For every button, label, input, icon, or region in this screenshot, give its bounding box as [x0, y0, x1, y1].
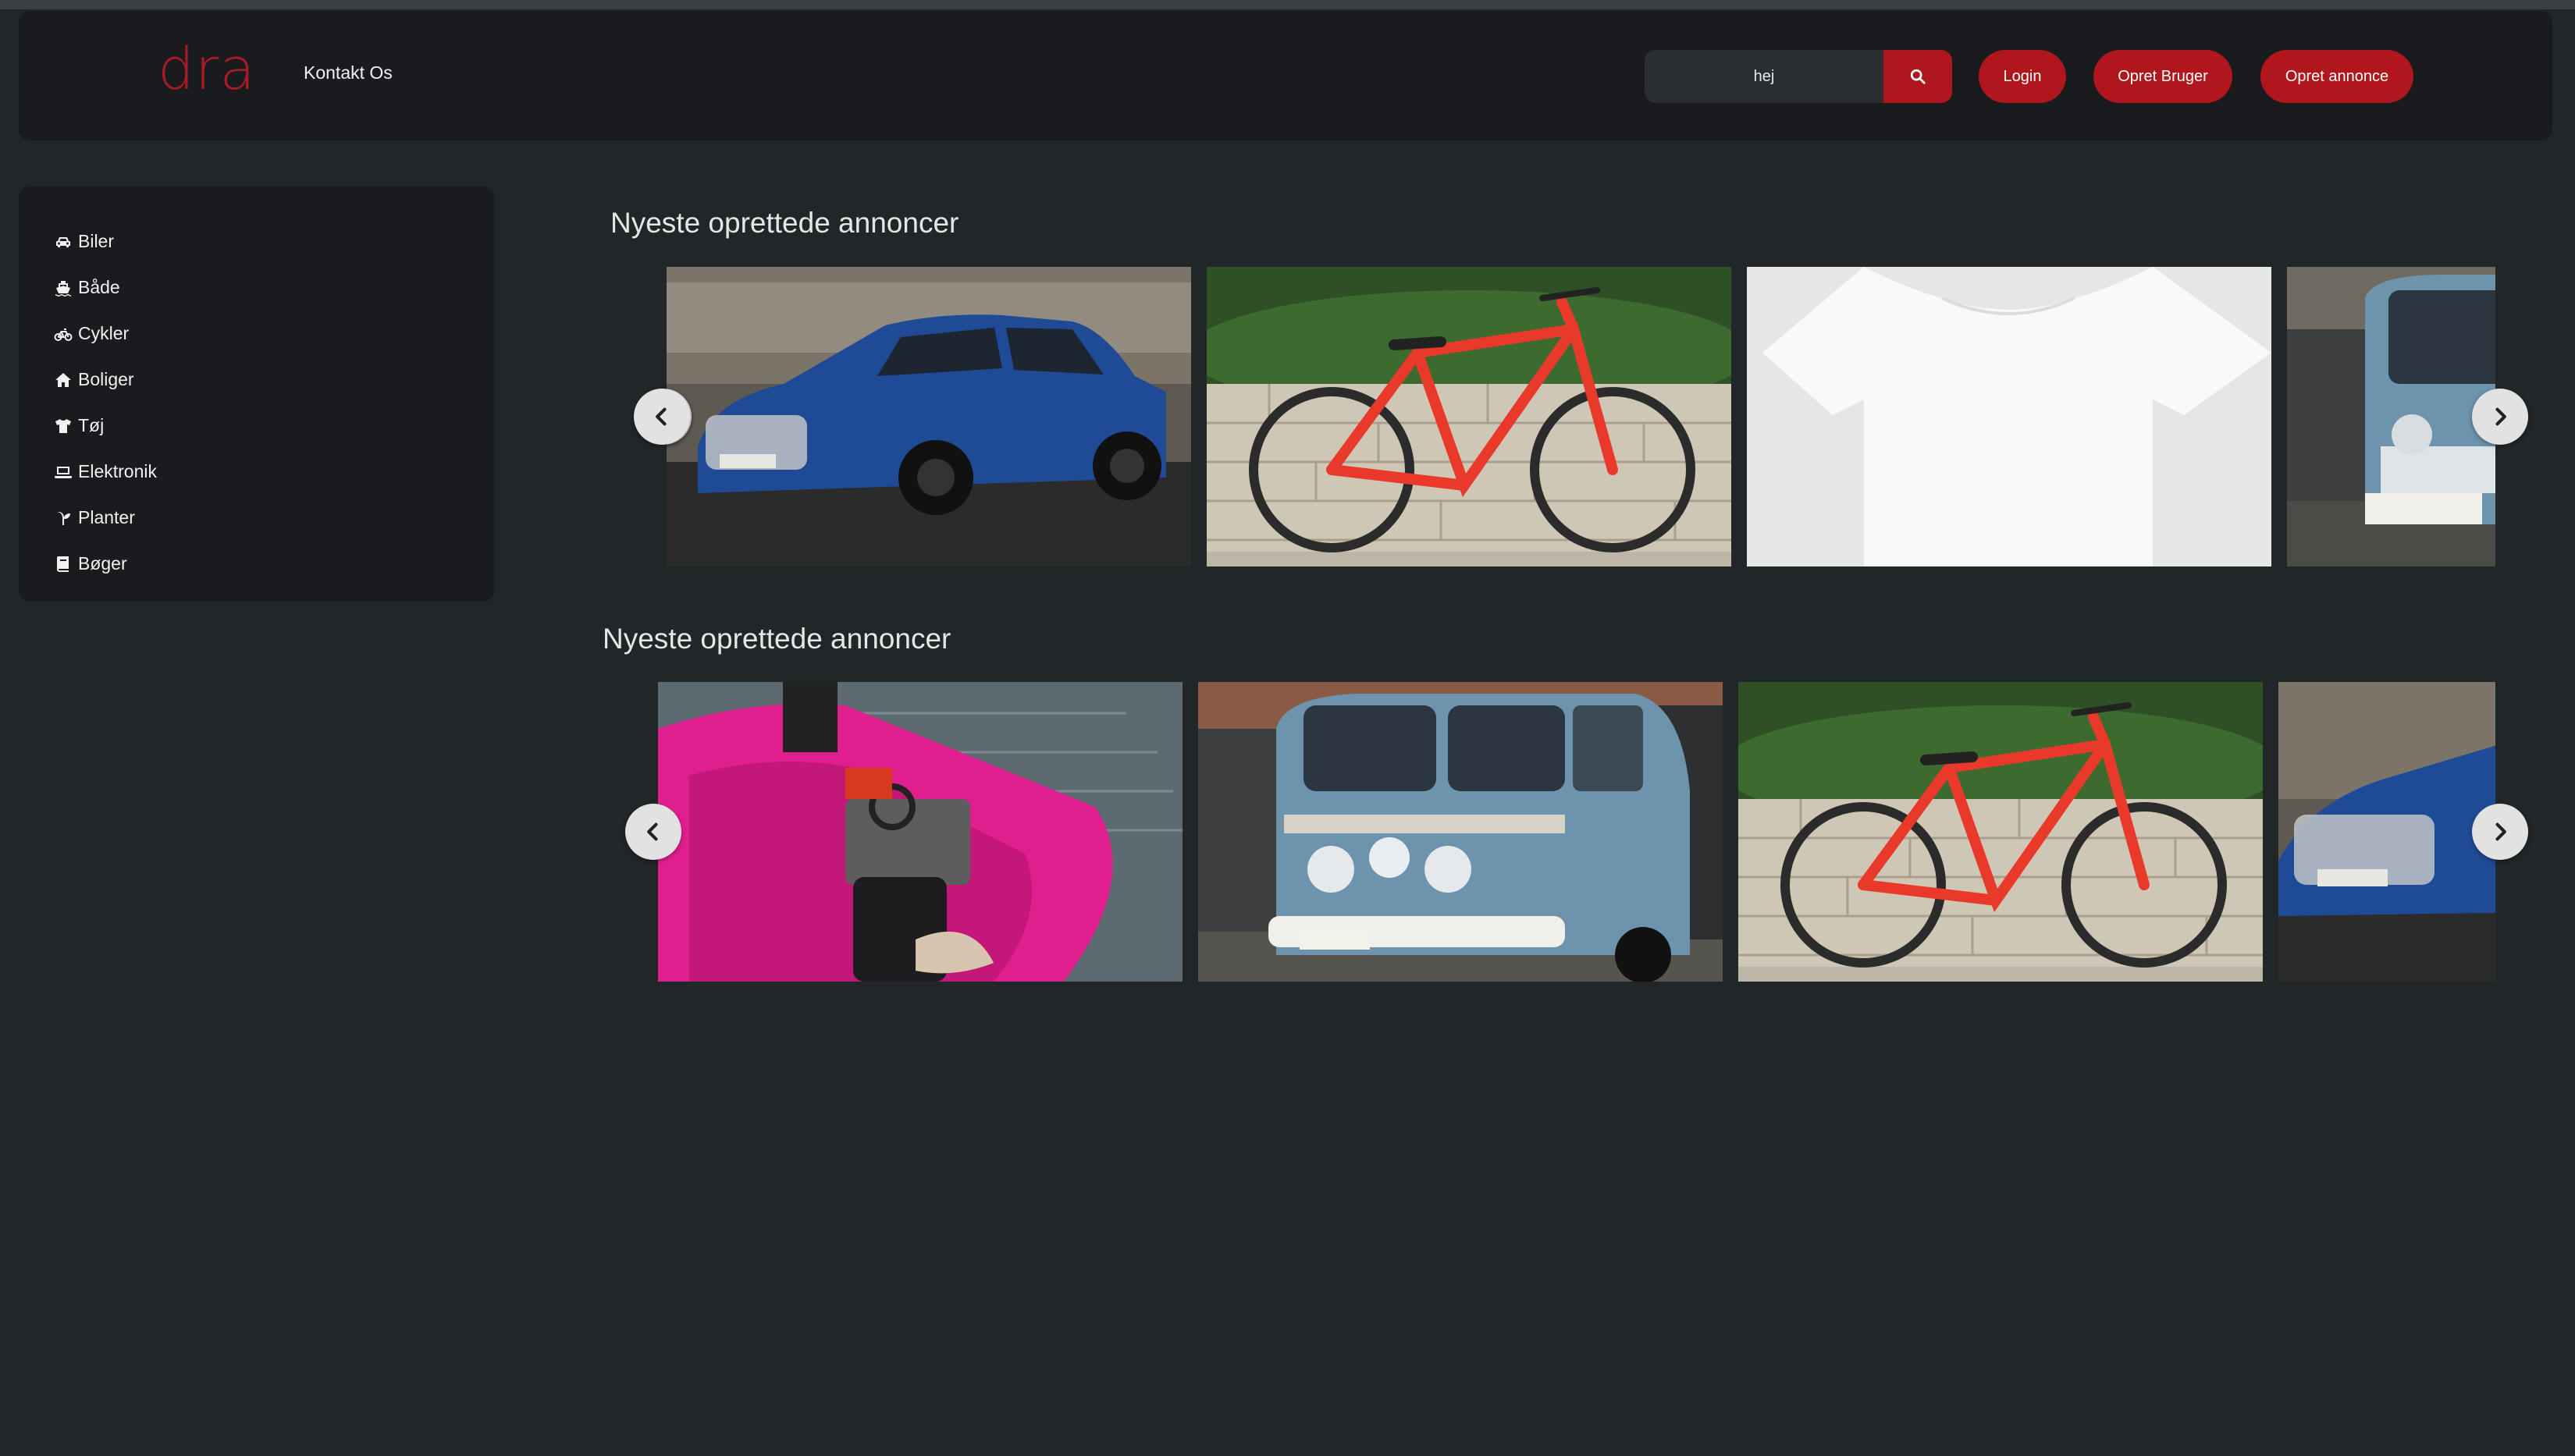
listing-card[interactable] — [2278, 682, 2495, 982]
blue-suv-image — [2278, 682, 2495, 982]
sidebar-item-label: Bøger — [78, 553, 127, 574]
laptop-icon — [53, 462, 73, 482]
listing-card[interactable] — [1747, 267, 2271, 566]
carousel-next-button[interactable] — [2472, 804, 2528, 860]
white-tshirt-image — [1747, 267, 2271, 566]
listing-card[interactable] — [1207, 267, 1731, 566]
sidebar-item-label: Boliger — [78, 369, 134, 389]
carousel-next-button[interactable] — [2472, 389, 2528, 445]
ship-icon — [53, 278, 73, 298]
search-button[interactable] — [1883, 50, 1952, 103]
listing-card[interactable] — [2287, 267, 2495, 566]
blue-suv-image — [667, 267, 1191, 566]
sidebar-item-label: Cykler — [78, 323, 130, 343]
chevron-right-icon — [2495, 822, 2506, 841]
sidebar-item-biler[interactable]: Biler — [19, 218, 494, 265]
sidebar-item-label: Tøj — [78, 415, 105, 435]
sidebar-item-label: Planter — [78, 507, 135, 527]
sidebar-item-baade[interactable]: Både — [19, 265, 494, 311]
chevron-left-icon — [647, 822, 658, 841]
carousel-prev-button[interactable] — [634, 389, 690, 445]
carousel-prev-button[interactable] — [625, 804, 681, 860]
blue-van-image — [1198, 682, 1723, 982]
listing-card[interactable] — [1198, 682, 1723, 982]
pink-boat-image — [658, 682, 1183, 982]
window-top-strip — [0, 0, 2575, 9]
site-logo[interactable]: dra — [158, 41, 256, 98]
red-bicycle-image — [1738, 682, 2263, 982]
seedling-icon — [53, 508, 73, 528]
section-title: Nyeste oprettede annoncer — [610, 207, 959, 239]
listing-card[interactable] — [1738, 682, 2263, 982]
shirt-icon — [53, 416, 73, 436]
red-bicycle-image — [1207, 267, 1731, 566]
contact-link[interactable]: Kontakt Os — [304, 62, 393, 83]
blue-van-image — [2287, 267, 2495, 566]
book-icon — [53, 554, 73, 574]
sidebar-item-elektronik[interactable]: Elektronik — [19, 449, 494, 495]
search-input[interactable] — [1645, 50, 1883, 103]
sidebar-item-boliger[interactable]: Boliger — [19, 357, 494, 403]
login-button[interactable]: Login — [1979, 50, 2066, 103]
signup-button[interactable]: Opret Bruger — [2093, 50, 2232, 103]
chevron-left-icon — [656, 407, 667, 426]
listing-carousel — [667, 267, 2495, 566]
bicycle-icon — [53, 324, 73, 344]
house-icon — [53, 370, 73, 390]
sidebar-item-toej[interactable]: Tøj — [19, 403, 494, 449]
sidebar-item-planter[interactable]: Planter — [19, 495, 494, 541]
sidebar-item-boeger[interactable]: Bøger — [19, 541, 494, 587]
sidebar-item-cykler[interactable]: Cykler — [19, 311, 494, 357]
listing-card[interactable] — [667, 267, 1191, 566]
create-ad-button[interactable]: Opret annonce — [2260, 50, 2413, 103]
chevron-right-icon — [2495, 407, 2506, 426]
search-icon — [1910, 69, 1926, 84]
sidebar-item-label: Elektronik — [78, 461, 157, 481]
search-form — [1645, 50, 1952, 103]
section-title: Nyeste oprettede annoncer — [603, 623, 951, 655]
sidebar-item-label: Både — [78, 277, 120, 297]
car-icon — [53, 232, 73, 252]
sidebar-item-label: Biler — [78, 231, 115, 251]
category-sidebar: Biler Både Cykler Boliger Tøj Elektronik — [19, 186, 494, 602]
listing-carousel — [658, 682, 2495, 982]
navbar: dra Kontakt Os Login Opret Bruger Opret … — [19, 11, 2552, 140]
listing-card[interactable] — [658, 682, 1183, 982]
